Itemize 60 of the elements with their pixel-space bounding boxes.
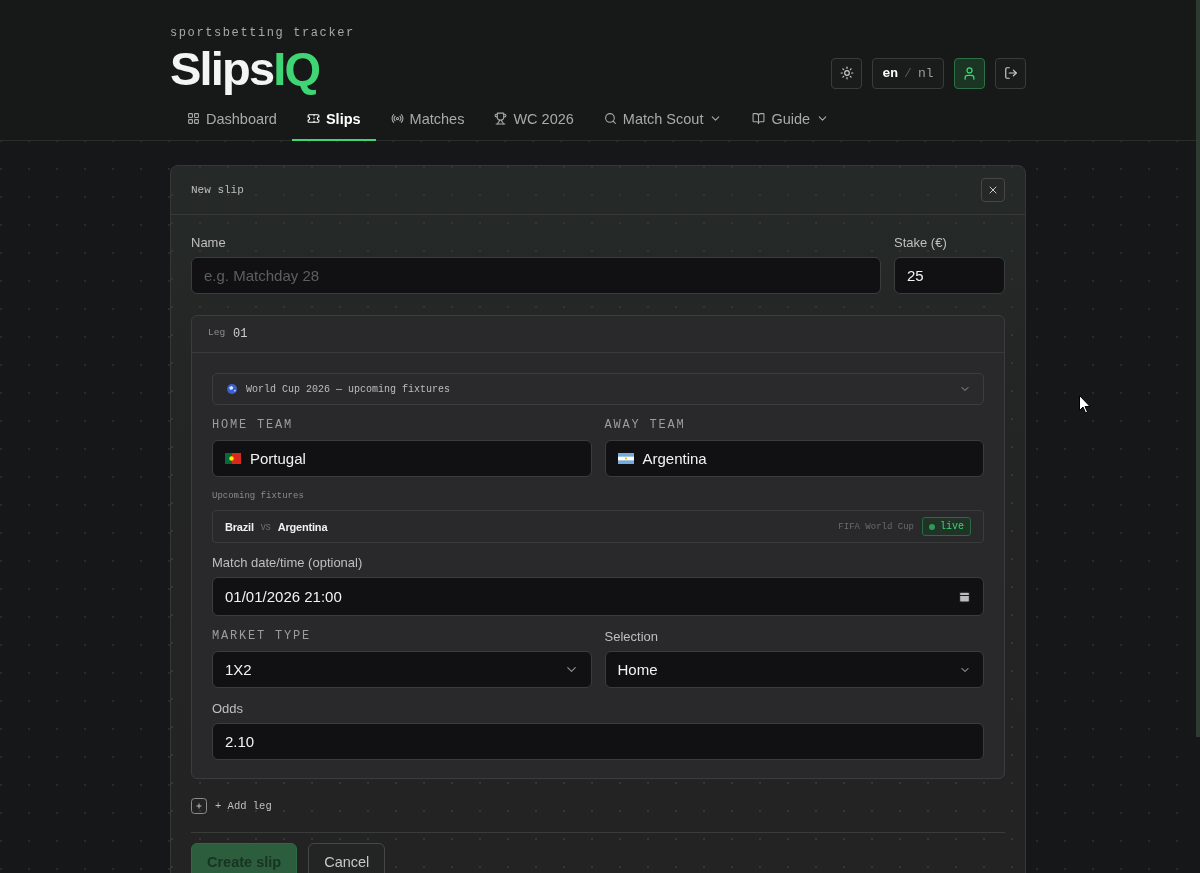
- user-icon: [962, 65, 977, 81]
- cursor-icon: [1079, 395, 1091, 414]
- close-icon: [987, 184, 999, 196]
- flag-icon: [617, 453, 634, 464]
- ticket-icon: [306, 112, 320, 125]
- book-icon: [752, 112, 766, 125]
- tagline: sportsbetting tracker: [170, 25, 356, 41]
- stake-input[interactable]: 25: [894, 257, 1005, 294]
- radio-icon: [390, 112, 404, 125]
- plus-icon: [191, 798, 207, 814]
- field-label: Stake (€): [894, 235, 948, 250]
- flag-icon: [225, 453, 241, 464]
- globe-icon: [227, 384, 237, 394]
- add-leg-button[interactable]: + Add leg: [191, 798, 272, 814]
- sun-icon: [839, 66, 854, 80]
- away-team-input[interactable]: Argentina: [604, 440, 984, 477]
- search-icon: [603, 112, 617, 125]
- selection-select[interactable]: Home: [604, 651, 984, 688]
- market-type-select[interactable]: 1X2: [212, 651, 592, 688]
- logout-icon: [1003, 66, 1018, 80]
- panel-title: New slip: [191, 184, 244, 196]
- field-label: MARKET TYPE: [212, 629, 312, 644]
- calendar-icon: [958, 590, 971, 603]
- team-name: Brazil: [225, 520, 254, 533]
- nav-tab[interactable]: Dashboard: [170, 97, 292, 141]
- grid-icon: [187, 112, 200, 125]
- competition-select[interactable]: World Cup 2026 — upcoming fixtures: [212, 373, 984, 405]
- status-dot-icon: [929, 523, 935, 530]
- vs-text: vs: [260, 521, 271, 532]
- nav-tab[interactable]: Match Scout: [588, 97, 738, 141]
- nav-tab[interactable]: Matches: [375, 97, 480, 141]
- leg-number: 01: [233, 327, 248, 341]
- language-option[interactable]: nl: [917, 65, 934, 81]
- nav-tab[interactable]: Guide: [737, 97, 845, 141]
- team-name: Argentina: [277, 520, 328, 533]
- home-team-input[interactable]: Portugal: [212, 440, 592, 477]
- odds-input[interactable]: 2.10: [212, 723, 984, 760]
- name-input[interactable]: e.g. Matchday 28: [191, 257, 881, 294]
- scrollbar-thumb[interactable]: [1196, 0, 1200, 737]
- field-label: Match date/time (optional): [212, 555, 364, 570]
- leg-label: Leg: [208, 327, 226, 338]
- cancel-button[interactable]: Cancel: [308, 843, 386, 873]
- logo: SlipsIQ: [170, 43, 320, 95]
- date-time-input[interactable]: 01/01/2026 21:00: [212, 577, 984, 616]
- language-option[interactable]: en: [882, 65, 899, 81]
- section-caption: Upcoming fixtures: [212, 491, 305, 502]
- nav-tab[interactable]: WC 2026: [479, 97, 589, 141]
- field-label: Odds: [212, 701, 245, 716]
- close-button[interactable]: [981, 178, 1005, 202]
- nav-tab[interactable]: Slips: [291, 97, 376, 141]
- field-label: AWAY TEAM: [604, 418, 687, 433]
- logout-button[interactable]: [995, 57, 1026, 89]
- status-label: live: [940, 521, 964, 532]
- field-label: Selection: [604, 629, 659, 644]
- theme-toggle-button[interactable]: [831, 57, 862, 89]
- separator-text: /: [904, 65, 912, 81]
- profile-button[interactable]: [954, 57, 985, 89]
- field-label: Name: [191, 235, 227, 250]
- trophy-icon: [494, 112, 508, 125]
- field-label: HOME TEAM: [212, 418, 294, 433]
